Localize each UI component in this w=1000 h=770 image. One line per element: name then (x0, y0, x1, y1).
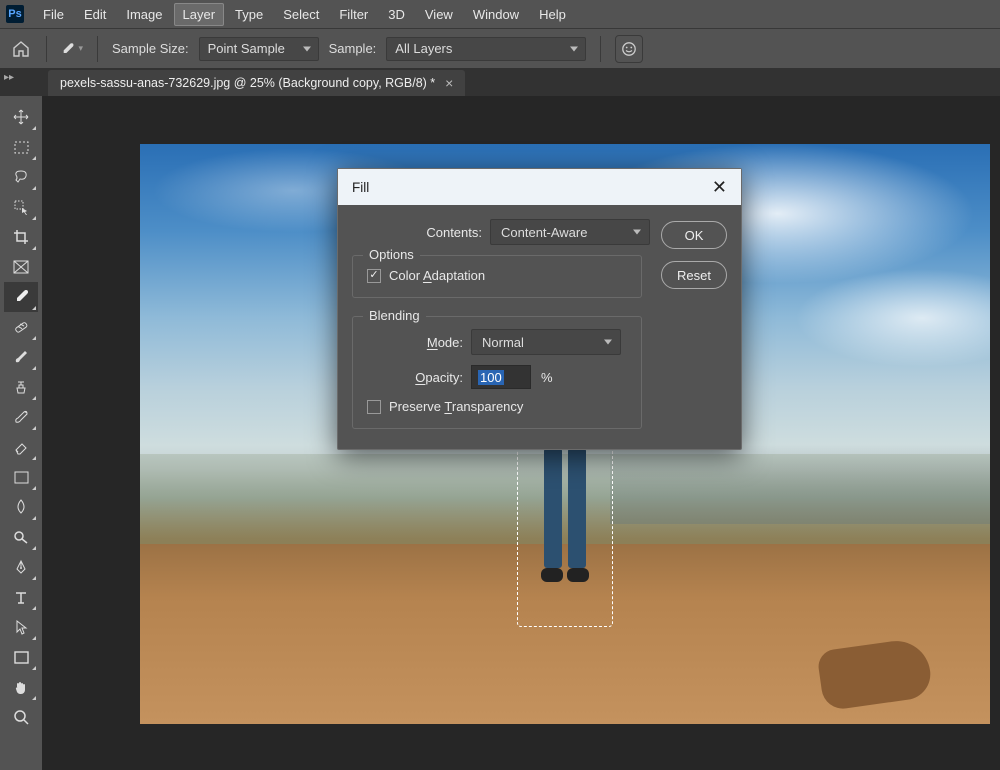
opacity-input[interactable]: 100 (471, 365, 531, 389)
menu-window[interactable]: Window (464, 3, 528, 26)
document-tab[interactable]: pexels-sassu-anas-732629.jpg @ 25% (Back… (48, 70, 465, 96)
menu-layer[interactable]: Layer (174, 3, 225, 26)
menu-filter[interactable]: Filter (330, 3, 377, 26)
tool-dodge[interactable] (4, 522, 38, 552)
checkbox-icon[interactable] (367, 269, 381, 283)
ok-button[interactable]: OK (661, 221, 727, 249)
app-logo: Ps (6, 5, 24, 23)
options-legend: Options (363, 247, 420, 262)
expand-panels-icon[interactable]: ▸▸ (4, 72, 14, 83)
menu-file[interactable]: File (34, 3, 73, 26)
blending-legend: Blending (363, 308, 426, 323)
tool-eraser[interactable] (4, 432, 38, 462)
tool-clone[interactable] (4, 372, 38, 402)
dialog-title: Fill (352, 180, 369, 195)
sample-size-label: Sample Size: (112, 41, 189, 56)
tool-type[interactable] (4, 582, 38, 612)
checkbox-icon[interactable] (367, 400, 381, 414)
mode-dropdown[interactable]: Normal (471, 329, 621, 355)
contents-dropdown[interactable]: Content-Aware (490, 219, 650, 245)
tool-healing[interactable] (4, 312, 38, 342)
tool-blur[interactable] (4, 492, 38, 522)
color-adaptation-checkbox[interactable]: Color Adaptation (367, 268, 627, 283)
tool-marquee[interactable] (4, 132, 38, 162)
document-tab-title: pexels-sassu-anas-732629.jpg @ 25% (Back… (60, 76, 435, 90)
reset-button[interactable]: Reset (661, 261, 727, 289)
preserve-transparency-checkbox[interactable]: Preserve Transparency (367, 399, 627, 414)
divider (46, 36, 47, 62)
close-icon[interactable]: ✕ (712, 177, 727, 198)
dialog-titlebar[interactable]: Fill ✕ (338, 169, 741, 205)
tool-hand[interactable] (4, 672, 38, 702)
tool-move[interactable] (4, 102, 38, 132)
tool-crop[interactable] (4, 222, 38, 252)
tool-brush[interactable] (4, 342, 38, 372)
menu-select[interactable]: Select (274, 3, 328, 26)
tool-gradient[interactable] (4, 462, 38, 492)
optionsbar: ▾ Sample Size: Point Sample Sample: All … (0, 28, 1000, 68)
menu-3d[interactable]: 3D (379, 3, 414, 26)
tool-pen[interactable] (4, 552, 38, 582)
tool-quick-select[interactable] (4, 192, 38, 222)
menu-help[interactable]: Help (530, 3, 575, 26)
fill-dialog: Fill ✕ Contents: Content-Aware Options C… (337, 168, 742, 450)
tool-history-brush[interactable] (4, 402, 38, 432)
sample-dropdown[interactable]: All Layers (386, 37, 586, 61)
eyedropper-tool-icon[interactable]: ▾ (61, 38, 83, 60)
menubar: Ps File Edit Image Layer Type Select Fil… (0, 0, 1000, 28)
tabstrip: ▸▸ pexels-sassu-anas-732629.jpg @ 25% (B… (0, 68, 1000, 96)
share-icon[interactable] (615, 35, 643, 63)
color-adaptation-label: Color Adaptation (389, 268, 485, 283)
divider (600, 36, 601, 62)
opacity-label: Opacity: (367, 370, 463, 385)
mode-label: Mode: (367, 335, 463, 350)
tool-path-select[interactable] (4, 612, 38, 642)
tool-rectangle[interactable] (4, 642, 38, 672)
tool-eyedropper[interactable] (4, 282, 38, 312)
menu-view[interactable]: View (416, 3, 462, 26)
tool-frame[interactable] (4, 252, 38, 282)
close-tab-icon[interactable]: × (445, 75, 453, 91)
menu-type[interactable]: Type (226, 3, 272, 26)
menu-image[interactable]: Image (117, 3, 171, 26)
tool-lasso[interactable] (4, 162, 38, 192)
toolbar (0, 96, 42, 770)
menu-edit[interactable]: Edit (75, 3, 115, 26)
percent-label: % (541, 370, 553, 385)
sample-size-dropdown[interactable]: Point Sample (199, 37, 319, 61)
chevron-down-icon: ▾ (78, 43, 83, 54)
sample-label: Sample: (329, 41, 377, 56)
preserve-transparency-label: Preserve Transparency (389, 399, 523, 414)
divider (97, 36, 98, 62)
contents-label: Contents: (352, 225, 482, 240)
tool-zoom[interactable] (4, 702, 38, 732)
home-icon[interactable] (10, 39, 32, 59)
